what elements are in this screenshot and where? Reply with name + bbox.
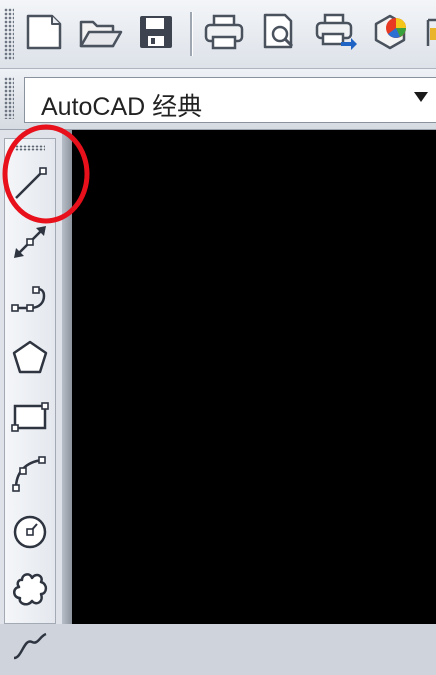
- 3d-dwf-button[interactable]: [368, 8, 416, 60]
- spline-tool-button[interactable]: [5, 625, 55, 675]
- rectangle-icon: [10, 396, 50, 440]
- save-disk-icon: [134, 10, 178, 58]
- draw-toolbar: [0, 130, 72, 660]
- line-icon: [10, 164, 50, 208]
- workspace-dropdown[interactable]: AutoCAD 经典: [24, 77, 436, 123]
- open-folder-icon: [77, 10, 123, 58]
- partial-icon: [420, 10, 436, 58]
- workspace-toolbar: AutoCAD 经典: [0, 69, 436, 130]
- toolbar-grip[interactable]: [4, 8, 14, 60]
- plot-button[interactable]: [200, 8, 248, 60]
- toolbar-overflow-button[interactable]: [420, 8, 436, 60]
- draw-toolbar-grip[interactable]: [15, 145, 45, 151]
- polyline-tool-button[interactable]: [5, 277, 55, 327]
- 3d-dwf-icon: [370, 10, 414, 58]
- rectangle-tool-button[interactable]: [5, 393, 55, 443]
- publish-icon: [313, 10, 359, 58]
- circle-tool-button[interactable]: [5, 509, 55, 559]
- new-document-icon: [22, 10, 66, 58]
- spline-icon: [10, 628, 50, 672]
- polyline-icon: [10, 280, 50, 324]
- polygon-icon: [10, 338, 50, 382]
- plot-preview-button[interactable]: [256, 8, 304, 60]
- construction-line-tool-button[interactable]: [5, 219, 55, 269]
- arc-icon: [10, 454, 50, 498]
- polygon-tool-button[interactable]: [5, 335, 55, 385]
- new-button[interactable]: [20, 8, 68, 60]
- revision-cloud-icon: [10, 570, 50, 614]
- drawing-canvas[interactable]: [72, 130, 436, 624]
- draw-toolbar-edge: [62, 130, 72, 624]
- circle-icon: [10, 512, 50, 556]
- standard-toolbar: [0, 0, 436, 69]
- toolbar-separator: [190, 12, 192, 56]
- save-button[interactable]: [132, 8, 180, 60]
- arc-tool-button[interactable]: [5, 451, 55, 501]
- workspace-dropdown-value: AutoCAD 经典: [41, 93, 203, 121]
- chevron-down-icon[interactable]: [414, 92, 428, 102]
- publish-button[interactable]: [312, 8, 360, 60]
- draw-toolbar-panel: [4, 138, 56, 660]
- construction-line-icon: [10, 222, 50, 266]
- line-tool-button[interactable]: [5, 161, 55, 211]
- revision-cloud-tool-button[interactable]: [5, 567, 55, 617]
- printer-icon: [201, 10, 247, 58]
- print-preview-icon: [258, 10, 302, 58]
- open-button[interactable]: [76, 8, 124, 60]
- workspace-toolbar-grip[interactable]: [4, 77, 14, 119]
